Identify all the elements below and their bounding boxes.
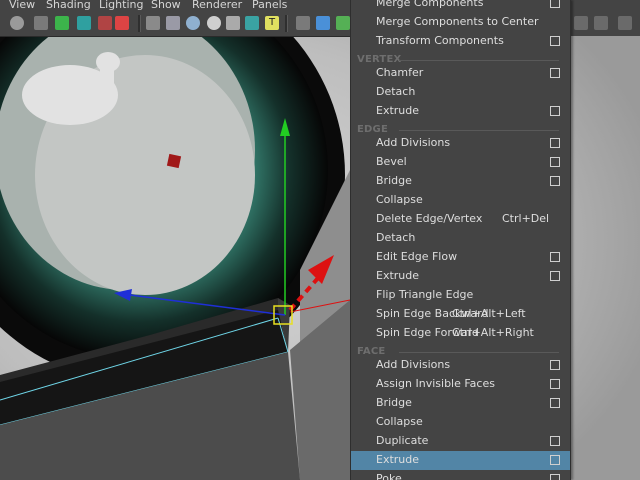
menu-item-transform-components[interactable]: Transform Components xyxy=(351,32,570,51)
menu-item-label: Edit Edge Flow xyxy=(376,250,458,263)
texture-icon[interactable] xyxy=(226,16,240,30)
menu-item-label: Duplicate xyxy=(376,434,429,447)
menu-shading[interactable]: Shading xyxy=(46,0,91,10)
menu-item-face-collapse[interactable]: Collapse xyxy=(351,413,570,432)
wireframe-icon[interactable] xyxy=(146,16,160,30)
paint-icon[interactable] xyxy=(115,16,129,30)
option-box-icon[interactable] xyxy=(550,436,560,446)
smooth-shade-icon[interactable] xyxy=(166,16,180,30)
bookmark-icon[interactable] xyxy=(55,16,69,30)
menu-item-edge-bridge[interactable]: Bridge xyxy=(351,172,570,191)
menu-item-label: Chamfer xyxy=(376,66,424,79)
menu-item-label: Delete Edge/Vertex xyxy=(376,212,483,225)
menu-item-face-assign-invisible-faces[interactable]: Assign Invisible Faces xyxy=(351,375,570,394)
image-plane-icon[interactable] xyxy=(77,16,91,30)
menu-item-face-bridge[interactable]: Bridge xyxy=(351,394,570,413)
section-divider xyxy=(399,352,559,353)
option-box-icon[interactable] xyxy=(550,176,560,186)
edit-mesh-menu: Merge Components Merge Components to Cent… xyxy=(350,0,571,480)
shaded-cube-icon[interactable] xyxy=(316,16,330,30)
menu-item-label: Detach xyxy=(376,85,416,98)
option-box-icon[interactable] xyxy=(550,398,560,408)
option-box-icon[interactable] xyxy=(550,106,560,116)
menu-item-label: Assign Invisible Faces xyxy=(376,377,495,390)
option-box-icon[interactable] xyxy=(550,455,560,465)
grid-icon[interactable] xyxy=(98,16,112,30)
menu-item-label: Flip Triangle Edge xyxy=(376,288,474,301)
toolbar-separator xyxy=(138,15,141,32)
menu-item-edge-flip-triangle-edge[interactable]: Flip Triangle Edge xyxy=(351,286,570,305)
option-box-icon[interactable] xyxy=(550,271,560,281)
menu-item-edge-add-divisions[interactable]: Add Divisions xyxy=(351,134,570,153)
menu-item-face-poke[interactable]: Poke xyxy=(351,470,570,480)
menu-item-label: Detach xyxy=(376,231,416,244)
menu-item-edge-extrude[interactable]: Extrude xyxy=(351,267,570,286)
menu-item-edge-collapse[interactable]: Collapse xyxy=(351,191,570,210)
menu-item-face-extrude[interactable]: Extrude xyxy=(351,451,570,470)
menu-item-edge-spin-edge-backward[interactable]: Spin Edge Backward Ctrl+Alt+Left xyxy=(351,305,570,324)
menu-item-label: Bridge xyxy=(376,174,412,187)
menu-item-edge-edit-edge-flow[interactable]: Edit Edge Flow xyxy=(351,248,570,267)
menu-lighting[interactable]: Lighting xyxy=(99,0,143,10)
menu-item-label: Add Divisions xyxy=(376,358,451,371)
menu-item-label: Collapse xyxy=(376,415,423,428)
menu-item-label: Extrude xyxy=(376,453,420,466)
panel-toolbar: T xyxy=(0,12,360,37)
menu-item-label: Bridge xyxy=(376,396,412,409)
menu-item-shortcut: Ctrl+Alt+Left xyxy=(452,307,526,320)
menu-show[interactable]: Show xyxy=(151,0,181,10)
menu-item-edge-spin-edge-forward[interactable]: Spin Edge Forward Ctrl+Alt+Right xyxy=(351,324,570,343)
menu-item-merge-components-to-center[interactable]: Merge Components to Center xyxy=(351,13,570,32)
menu-item-label: Merge Components to Center xyxy=(376,15,539,28)
menu-item-shortcut: Ctrl+Del xyxy=(502,212,550,225)
menu-item-merge-components[interactable]: Merge Components xyxy=(351,0,570,13)
menu-item-edge-detach[interactable]: Detach xyxy=(351,229,570,248)
menu-item-label: Extrude xyxy=(376,104,420,117)
menu-renderer[interactable]: Renderer xyxy=(192,0,242,10)
menu-item-face-duplicate[interactable]: Duplicate xyxy=(351,432,570,451)
film-icon[interactable] xyxy=(34,16,48,30)
menu-item-edge-bevel[interactable]: Bevel xyxy=(351,153,570,172)
red-vertex-marker[interactable] xyxy=(166,153,182,169)
option-box-icon[interactable] xyxy=(550,252,560,262)
option-box-icon[interactable] xyxy=(550,0,560,8)
menu-item-label: Collapse xyxy=(376,193,423,206)
menu-item-label: Add Divisions xyxy=(376,136,451,149)
menu-panels[interactable]: Panels xyxy=(252,0,287,10)
bounding-box-icon[interactable] xyxy=(186,16,200,30)
panel-toolbar-right xyxy=(570,0,640,36)
menu-view[interactable]: View xyxy=(9,0,35,10)
menu-item-vertex-extrude[interactable]: Extrude xyxy=(351,102,570,121)
option-box-icon[interactable] xyxy=(550,474,560,480)
layout-icon[interactable] xyxy=(574,16,588,30)
lights-icon[interactable] xyxy=(207,16,221,30)
xray-icon[interactable] xyxy=(245,16,259,30)
cube-icon[interactable] xyxy=(296,16,310,30)
menu-item-vertex-detach[interactable]: Detach xyxy=(351,83,570,102)
menu-item-label: Bevel xyxy=(376,155,407,168)
option-box-icon[interactable] xyxy=(550,379,560,389)
menu-item-label: Transform Components xyxy=(376,34,504,47)
menu-item-face-add-divisions[interactable]: Add Divisions xyxy=(351,356,570,375)
menu-item-label: Merge Components xyxy=(376,0,484,9)
toolbar-separator xyxy=(285,15,288,32)
menu-item-shortcut: Ctrl+Alt+Right xyxy=(452,326,534,339)
option-box-icon[interactable] xyxy=(550,138,560,148)
option-box-icon[interactable] xyxy=(550,360,560,370)
menu-item-label: Poke xyxy=(376,472,402,480)
panel-options-icon[interactable] xyxy=(618,16,632,30)
select-mode-icon[interactable] xyxy=(336,16,350,30)
menu-item-label: Extrude xyxy=(376,269,420,282)
isolate-icon[interactable]: T xyxy=(265,16,279,30)
option-box-icon[interactable] xyxy=(550,36,560,46)
menu-item-edge-delete-edge-vertex[interactable]: Delete Edge/Vertex Ctrl+Del xyxy=(351,210,570,229)
camera-icon[interactable] xyxy=(10,16,24,30)
section-divider xyxy=(399,130,559,131)
copy-view-icon[interactable] xyxy=(594,16,608,30)
panel-menubar: View Shading Lighting Show Renderer Pane… xyxy=(0,0,360,12)
option-box-icon[interactable] xyxy=(550,157,560,167)
menu-item-vertex-chamfer[interactable]: Chamfer xyxy=(351,64,570,83)
option-box-icon[interactable] xyxy=(550,68,560,78)
section-divider xyxy=(399,60,559,61)
